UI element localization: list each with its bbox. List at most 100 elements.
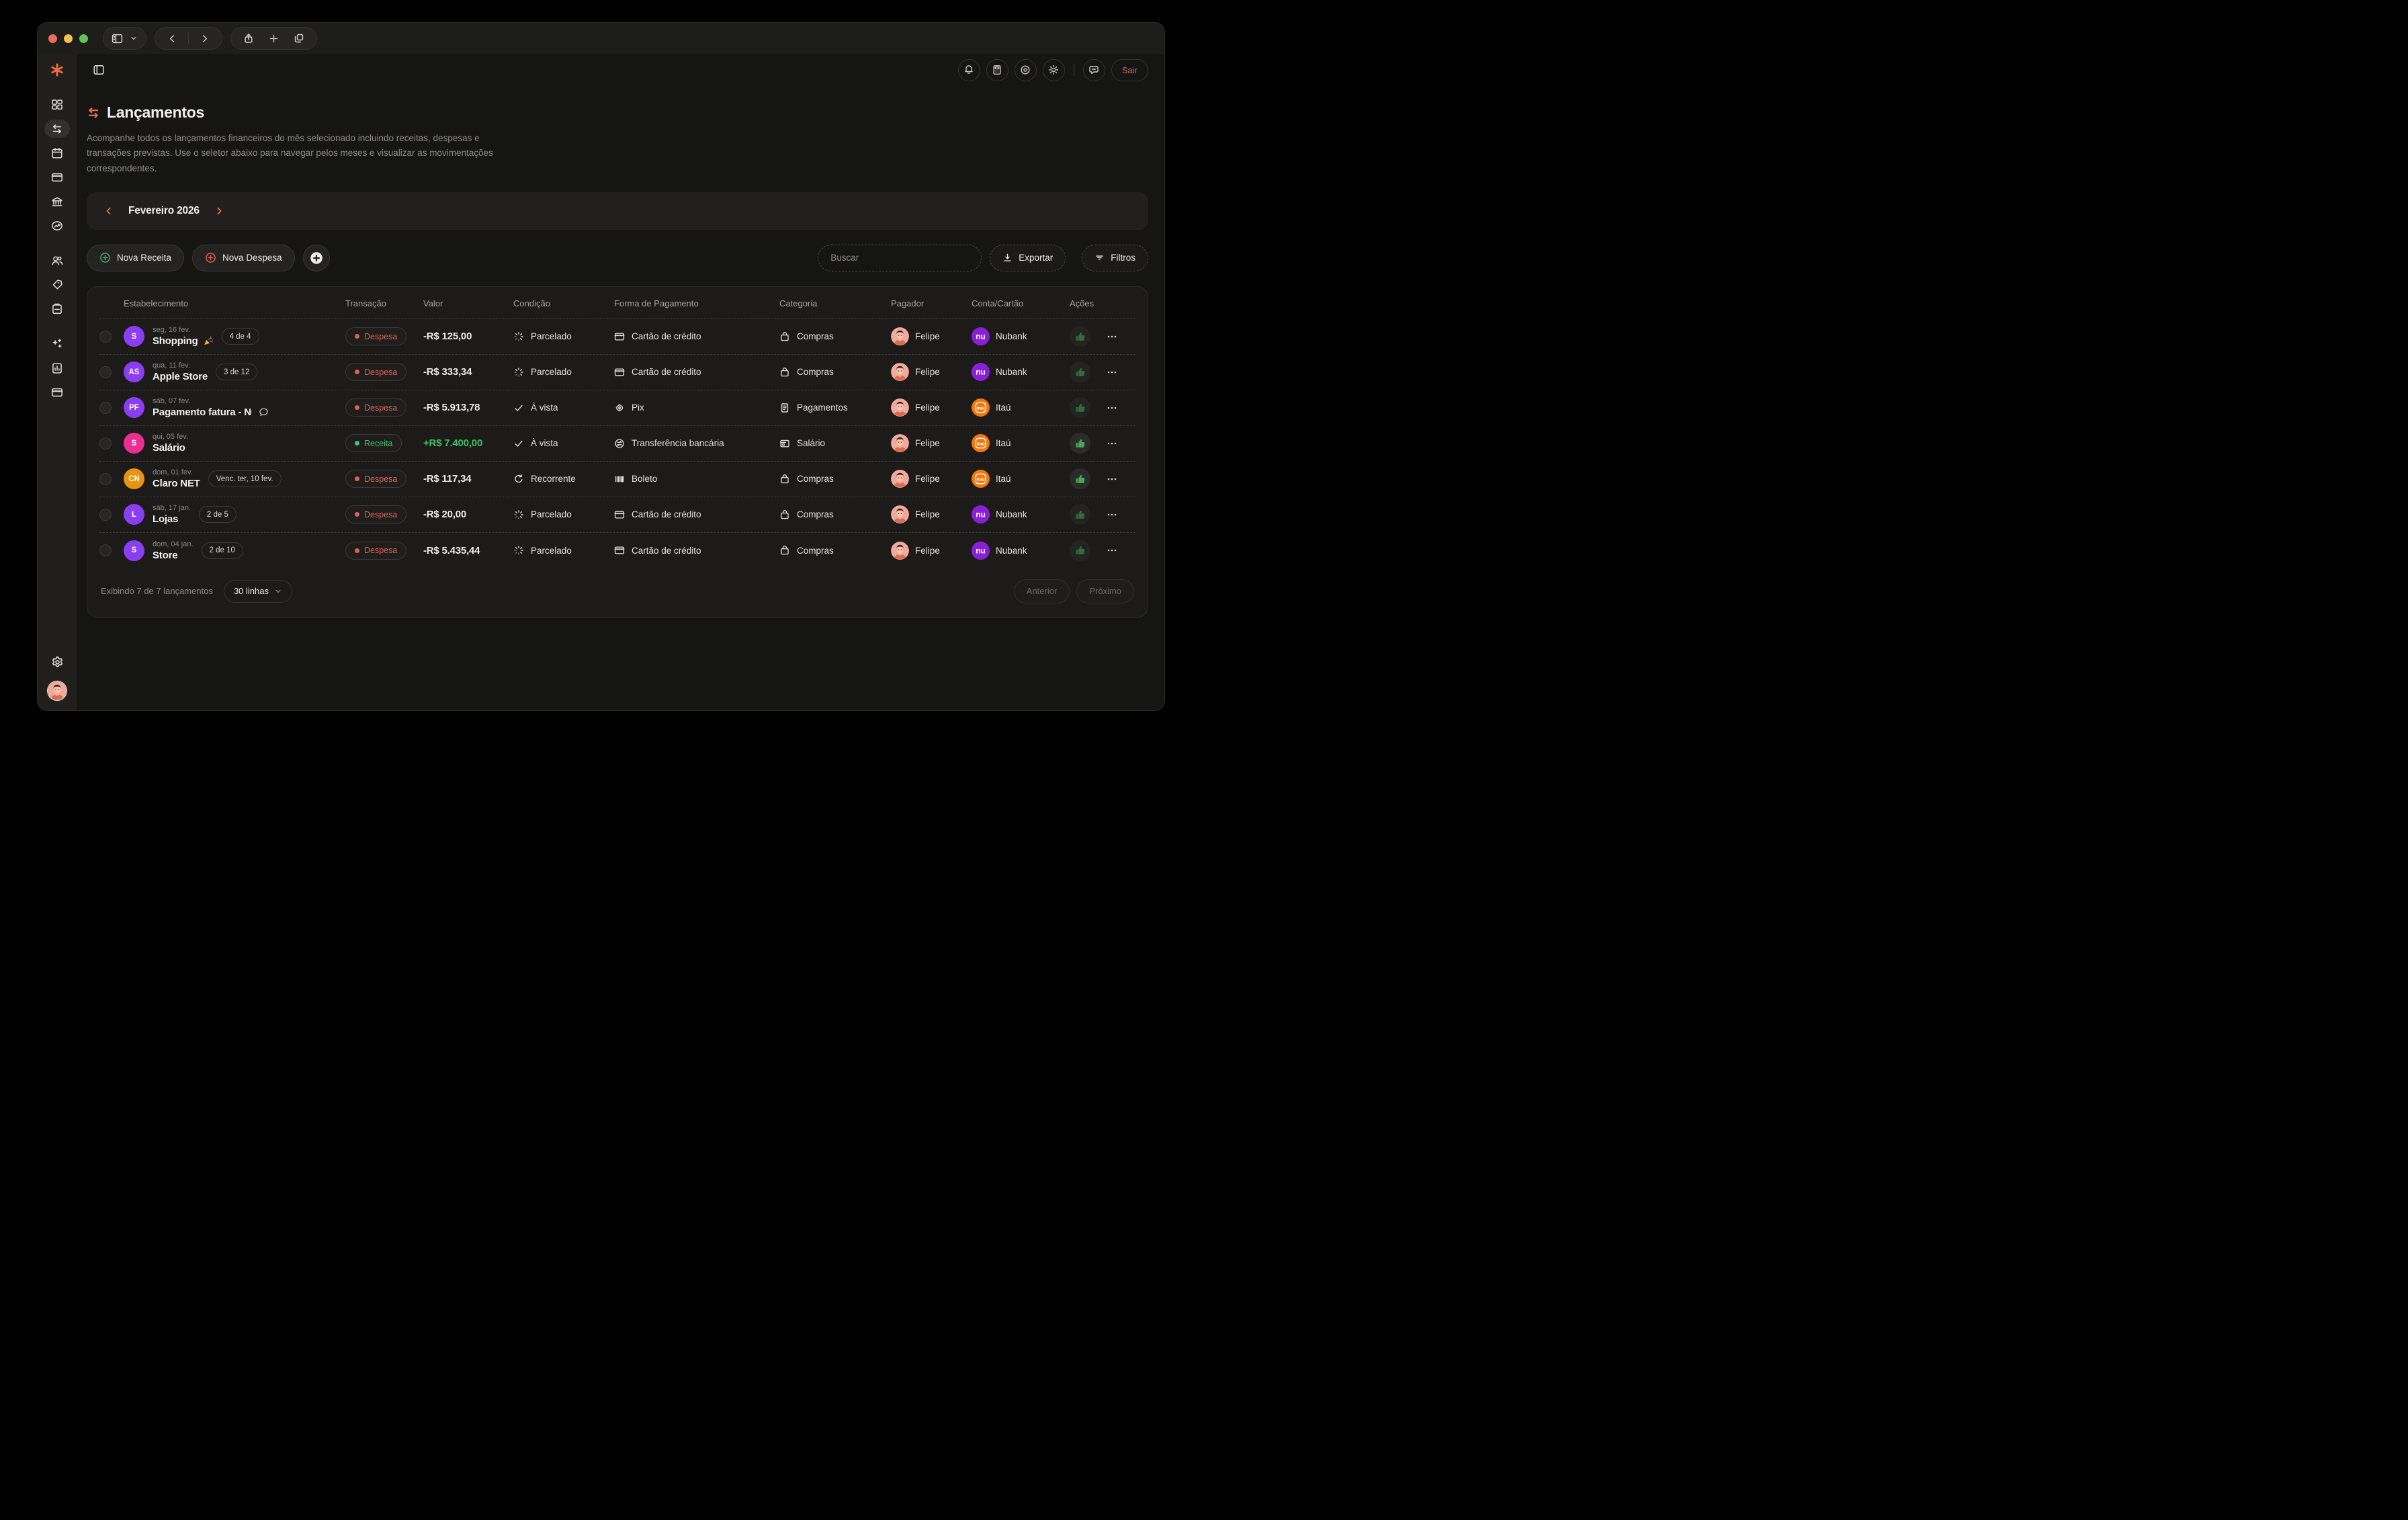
- condition-cell: Parcelado: [513, 545, 614, 556]
- sidebar-item-tag[interactable]: [44, 276, 70, 294]
- confirm-button[interactable]: [1070, 433, 1090, 454]
- close-window-button[interactable]: [48, 34, 57, 43]
- sidebar-item-sparkles[interactable]: [44, 335, 70, 353]
- minimize-window-button[interactable]: [64, 34, 73, 43]
- nav-forward-button[interactable]: [196, 34, 214, 44]
- table-row[interactable]: CN dom, 01 fev. Claro NET Venc. ter, 10 fev…: [99, 462, 1135, 497]
- new-expense-button[interactable]: Nova Despesa: [192, 244, 295, 271]
- merchant-name: Pagamento fatura - Nubank: [153, 407, 269, 418]
- wallet-icon: [780, 439, 789, 448]
- confirm-button[interactable]: [1070, 362, 1090, 383]
- search-input[interactable]: [818, 244, 982, 271]
- row-menu-button[interactable]: [1107, 545, 1117, 556]
- felipe-avatar-image: [891, 398, 909, 417]
- month-next-button[interactable]: [214, 206, 224, 216]
- sidebar: [38, 54, 77, 710]
- payment-method-cell: Boleto: [614, 474, 779, 484]
- sidebar-item-users[interactable]: [44, 251, 70, 269]
- add-button[interactable]: [302, 244, 330, 271]
- bell-button[interactable]: [957, 58, 980, 81]
- thumb-up-icon: [1076, 403, 1084, 412]
- row-checkbox[interactable]: [99, 472, 112, 485]
- sidebar-item-bank[interactable]: [44, 192, 70, 210]
- sidebar-item-credit-card[interactable]: [44, 168, 70, 186]
- table-row[interactable]: Squi, 05 fev. Salário Receita +R$ 7.400,00 À…: [99, 426, 1135, 462]
- row-menu-button[interactable]: [1107, 509, 1117, 520]
- next-page-button[interactable]: Próximo: [1076, 579, 1134, 603]
- row-menu-button[interactable]: [1107, 367, 1117, 378]
- export-button[interactable]: Exportar: [990, 244, 1066, 271]
- chat-button[interactable]: [1082, 58, 1105, 81]
- panel-toggle-icon[interactable]: [93, 64, 105, 76]
- row-checkbox[interactable]: [99, 366, 112, 378]
- felipe-avatar-image: [891, 363, 909, 382]
- chevron-down-icon: [275, 589, 281, 593]
- row-menu-button[interactable]: [1107, 331, 1117, 342]
- tabs-overview-icon[interactable]: [290, 33, 308, 44]
- loader-icon: [514, 509, 523, 519]
- felipe-avatar-image: [891, 505, 909, 524]
- sidebar-item-transfers[interactable]: [44, 120, 70, 138]
- thumb-up-icon: [1076, 332, 1084, 341]
- column-header: Forma de Pagamento: [614, 298, 699, 308]
- app-logo[interactable]: [38, 54, 77, 86]
- user-avatar[interactable]: [47, 681, 67, 701]
- confirm-button[interactable]: [1070, 468, 1090, 490]
- column-header: Ações: [1070, 298, 1094, 308]
- calculator-button[interactable]: [986, 58, 1008, 81]
- row-menu-button[interactable]: [1107, 438, 1117, 449]
- month-label: Fevereiro 2026: [128, 204, 200, 216]
- sidebar-item-performance[interactable]: [44, 216, 70, 235]
- row-checkbox[interactable]: [99, 401, 112, 414]
- sidebar-item-report[interactable]: [44, 359, 70, 377]
- record-button[interactable]: [1014, 58, 1037, 81]
- table-row[interactable]: AS qua, 11 fev. Apple Store 3 de 12 Despesa -…: [99, 355, 1135, 390]
- shopping-bag-icon: [781, 474, 789, 484]
- row-checkbox[interactable]: [99, 508, 112, 521]
- row-checkbox[interactable]: [99, 544, 112, 557]
- merchant-avatar: S: [124, 326, 144, 347]
- prev-page-button[interactable]: Anterior: [1013, 579, 1070, 603]
- confirm-button[interactable]: [1070, 397, 1090, 419]
- sidebar-item-calendar[interactable]: [44, 144, 70, 162]
- window-actions-pill: [230, 27, 317, 50]
- asterisk-logo-icon: [51, 63, 63, 77]
- row-menu-button[interactable]: [1107, 403, 1117, 413]
- sparkles-icon: [52, 338, 62, 348]
- sidebar-toggle-pill[interactable]: [103, 27, 146, 50]
- account-cell: nu Nubank: [972, 505, 1070, 524]
- table-row[interactable]: PF sáb, 07 fev.Pagamento fatura - Nubank D…: [99, 390, 1135, 426]
- filters-button[interactable]: Filtros: [1082, 244, 1148, 271]
- new-tab-icon[interactable]: [265, 34, 283, 44]
- sidebar-item-clipboard[interactable]: [44, 300, 70, 318]
- table-row[interactable]: Sdom, 04 jan. Store 2 de 10 Despesa -R$ 5.43…: [99, 533, 1135, 568]
- row-checkbox[interactable]: [99, 330, 112, 343]
- plus-icon: [269, 34, 278, 42]
- ellipsis-icon: [1107, 550, 1117, 552]
- sidebar-item-dashboard[interactable]: [44, 95, 70, 114]
- row-menu-button[interactable]: [1107, 474, 1117, 484]
- category-cell: Salário: [779, 438, 891, 449]
- new-income-button[interactable]: Nova Receita: [87, 244, 185, 271]
- logout-button[interactable]: Sair: [1111, 58, 1148, 81]
- table-row[interactable]: Lsáb, 17 jan. Lojas 2 de 5 Despesa -R$ 20,00…: [99, 497, 1135, 533]
- transaction-date: sáb, 17 jan.: [153, 504, 191, 513]
- confirm-button[interactable]: [1070, 540, 1090, 561]
- sun-button[interactable]: [1042, 58, 1065, 81]
- rows-per-page-select[interactable]: 30 linhas: [223, 579, 292, 603]
- category-cell: Compras: [779, 545, 891, 556]
- month-prev-button[interactable]: [104, 206, 114, 216]
- sidebar-item-settings[interactable]: [44, 653, 70, 671]
- payment-method-cell: Cartão de crédito: [614, 367, 779, 378]
- row-checkbox[interactable]: [99, 437, 112, 450]
- table-row[interactable]: Sseg, 16 fev. Shopping 4 de 4 Despesa -R$ 12…: [99, 319, 1135, 355]
- nav-back-button[interactable]: [163, 34, 181, 44]
- sidebar-item-card[interactable]: [44, 383, 70, 401]
- share-icon[interactable]: [239, 33, 258, 44]
- zoom-window-button[interactable]: [79, 34, 88, 43]
- credit-card-icon: [614, 511, 625, 519]
- confirm-button[interactable]: [1070, 504, 1090, 525]
- confirm-button[interactable]: [1070, 326, 1090, 347]
- bank-transfer-icon: [615, 439, 624, 448]
- itau-logo: itaú: [972, 470, 990, 489]
